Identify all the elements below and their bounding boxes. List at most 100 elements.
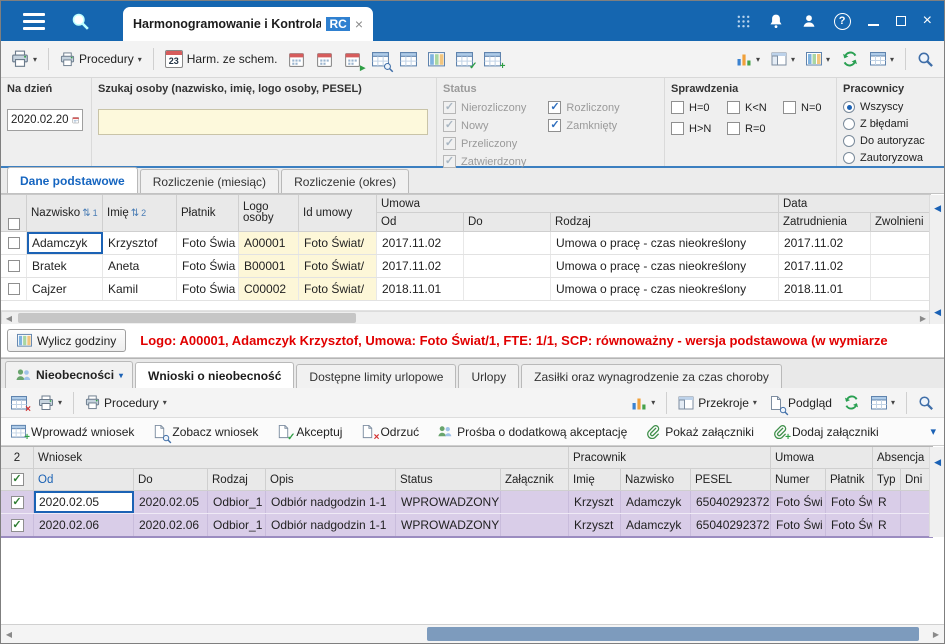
scroll-right-icon[interactable]: ▶ [928, 630, 944, 639]
cell-rodzaj[interactable]: Odbior_1 [208, 491, 266, 513]
cell-status[interactable]: WPROWADZONY [396, 514, 501, 536]
cell-zatrudnienia[interactable]: 2017.11.02 [779, 232, 871, 254]
zoom-search-button[interactable] [914, 392, 938, 414]
column-header-status[interactable]: Status [396, 469, 501, 491]
column-header-numer[interactable]: Numer [771, 469, 826, 491]
calendar-schedule-button[interactable] [284, 48, 309, 71]
tab-close-icon[interactable]: × [355, 17, 363, 31]
na-dzien-input[interactable]: 2020.02.20 [7, 109, 83, 131]
column-header-opis[interactable]: Opis [266, 469, 396, 491]
cell-platnik[interactable]: Foto Świa [177, 278, 239, 300]
cell-od[interactable]: 2020.02.06 [34, 514, 134, 536]
cell-zatrudnienia[interactable]: 2017.11.02 [779, 255, 871, 277]
more-actions-chevron[interactable]: ▾ [930, 425, 936, 438]
row-checkbox[interactable]: ✓ [1, 514, 34, 536]
column-header-platnik[interactable]: Płatnik [826, 469, 873, 491]
wprowadz-wniosek-button[interactable]: + Wprowadź wniosek [9, 422, 136, 443]
chart-dropdown[interactable]: ▾ [627, 392, 659, 414]
cell-od[interactable]: 2017.11.02 [377, 232, 464, 254]
minimize-button[interactable] [867, 24, 879, 26]
cell-pesel[interactable]: 65040292372 [691, 491, 771, 513]
cell-platnik[interactable]: Foto Św [826, 514, 873, 536]
delete-request-button[interactable]: × [7, 392, 31, 414]
print-button[interactable]: ▾ [34, 392, 66, 414]
cell-id-umowy[interactable]: Foto Świat/ [299, 232, 377, 254]
dodaj-zalaczniki-button[interactable]: + Dodaj załączniki [770, 422, 881, 443]
cell-typ[interactable]: R [873, 491, 901, 513]
cell-do[interactable]: 2020.02.05 [134, 491, 208, 513]
cell-opis[interactable]: Odbiór nadgodzin 1-1 [266, 514, 396, 536]
tab-urlopy[interactable]: Urlopy [458, 364, 520, 388]
status-checkbox-nierozliczony[interactable]: ✓ Nierozliczony [443, 101, 526, 114]
harm-ze-schem-button[interactable]: 23 Harm. ze schem. [161, 47, 282, 71]
tab-rozliczenie-okres[interactable]: Rozliczenie (okres) [281, 169, 410, 193]
help-icon[interactable]: ? [833, 12, 851, 30]
pokaz-zalaczniki-button[interactable]: Pokaż załączniki [643, 422, 756, 441]
sprawdzenia-checkbox-r0[interactable]: R=0 [727, 122, 766, 135]
maximize-button[interactable] [895, 16, 906, 26]
zoom-search-button[interactable] [913, 48, 938, 71]
szukaj-osoby-input[interactable] [98, 109, 428, 135]
menu-icon[interactable] [23, 12, 45, 30]
search-icon[interactable] [71, 12, 90, 31]
tab-rozliczenie-miesiac[interactable]: Rozliczenie (miesiąc) [139, 169, 280, 193]
scroll-right-icon[interactable]: ▶ [916, 314, 930, 323]
pracownicy-radio-zautoryzowane[interactable]: Zautoryzowa [843, 152, 938, 164]
cell-platnik[interactable]: Foto Świa [177, 255, 239, 277]
cell-zatrudnienia[interactable]: 2018.11.01 [779, 278, 871, 300]
cell-logo-osoby[interactable]: B00001 [239, 255, 299, 277]
odrzuc-button[interactable]: × Odrzuć [358, 422, 421, 443]
scroll-left-icon[interactable]: ◀ [934, 203, 941, 214]
cell-platnik[interactable]: Foto Świa [177, 232, 239, 254]
column-header-rodzaj[interactable]: Rodzaj [551, 213, 779, 232]
column-header-imie[interactable]: Imię [569, 469, 621, 491]
cell-imie[interactable]: Kamil [103, 278, 177, 300]
cell-do[interactable] [464, 232, 551, 254]
akceptuj-button[interactable]: ✓ Akceptuj [274, 422, 344, 443]
cell-rodzaj[interactable]: Umowa o pracę - czas nieokreślony [551, 232, 779, 254]
przekroje-dropdown[interactable]: Przekroje ▾ [674, 392, 761, 414]
cell-od[interactable]: 2020.02.05 [34, 491, 134, 513]
status-checkbox-przeliczony[interactable]: ✓ Przeliczony [443, 137, 526, 150]
sprawdzenia-checkbox-kn[interactable]: K<N [727, 101, 775, 114]
table-button[interactable] [396, 48, 421, 71]
procedury-dropdown[interactable]: Procedury ▾ [81, 392, 171, 413]
tab-wnioski-o-nieobecnosc[interactable]: Wnioski o nieobecność [135, 362, 295, 388]
calendar-icon[interactable] [72, 114, 79, 126]
cell-logo-osoby[interactable]: A00001 [239, 232, 299, 254]
column-header-logo-osoby[interactable]: Logo osoby [239, 195, 299, 232]
cell-status[interactable]: WPROWADZONY [396, 491, 501, 513]
cell-numer[interactable]: Foto Świ [771, 491, 826, 513]
cell-typ[interactable]: R [873, 514, 901, 536]
column-header-pesel[interactable]: PESEL [691, 469, 771, 491]
table-row[interactable]: ✓ 2020.02.05 2020.02.05 Odbior_1 Odbiór … [1, 491, 933, 514]
calendar-month-button[interactable] [312, 48, 337, 71]
scrollbar-thumb[interactable] [18, 313, 356, 323]
table-view-dropdown[interactable]: ▾ [866, 48, 898, 70]
cell-imie[interactable]: Aneta [103, 255, 177, 277]
row-checkbox[interactable] [1, 278, 27, 300]
column-header-do[interactable]: Do [134, 469, 208, 491]
table-row[interactable]: Adamczyk Krzysztof Foto Świa A00001 Foto… [1, 232, 931, 255]
column-header-platnik[interactable]: Płatnik [177, 195, 239, 232]
chart-dropdown[interactable]: ▾ [732, 48, 764, 70]
refresh-button[interactable] [839, 391, 864, 414]
nieobecnosci-section-dropdown[interactable]: Nieobecności ▾ [5, 361, 134, 388]
scroll-left-icon[interactable]: ◀ [934, 307, 941, 318]
scrollbar-thumb[interactable] [426, 627, 919, 641]
table-accept-button[interactable]: ✓ [452, 48, 477, 71]
table-search-button[interactable] [368, 48, 393, 71]
column-header-rodzaj[interactable]: Rodzaj [208, 469, 266, 491]
apps-grid-icon[interactable] [736, 14, 751, 29]
refresh-button[interactable] [837, 47, 863, 71]
cell-zwolnienia[interactable] [871, 278, 931, 300]
cell-rodzaj[interactable]: Odbior_1 [208, 514, 266, 536]
status-checkbox-zatwierdzony[interactable]: ✓ Zatwierdzony [443, 155, 526, 168]
scroll-left-icon[interactable]: ◀ [2, 314, 16, 323]
status-checkbox-nowy[interactable]: ✓ Nowy [443, 119, 526, 132]
column-header-zalacznik[interactable]: Załącznik [501, 469, 569, 491]
column-header-do[interactable]: Do [464, 213, 551, 232]
row-checkbox[interactable]: ✓ [1, 491, 34, 513]
column-header-imie[interactable]: Imię ⇅ 2 [103, 195, 177, 232]
pracownicy-radio-z-bledami[interactable]: Z błędami [843, 118, 938, 130]
